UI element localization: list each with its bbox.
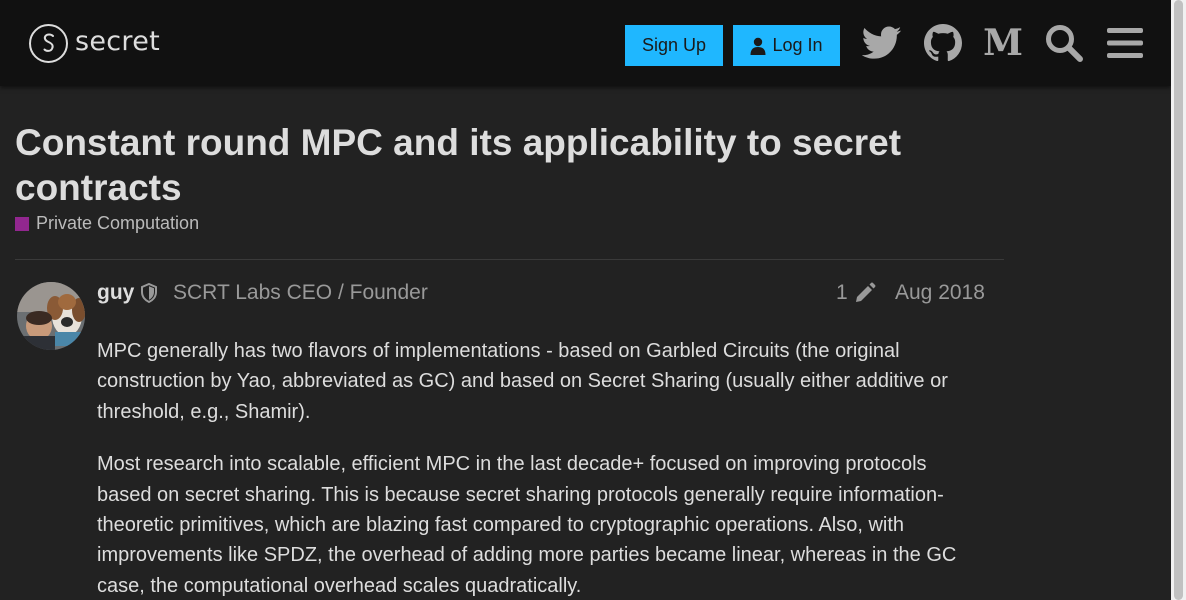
post-body: MPC generally has two flavors of impleme… [97, 336, 977, 600]
logo-text: secret [75, 26, 161, 57]
shield-icon [140, 282, 158, 308]
log-in-label: Log In [772, 35, 823, 55]
github-icon[interactable] [922, 22, 964, 64]
post-username[interactable]: guy [97, 281, 134, 305]
user-icon [750, 37, 766, 55]
sign-up-button[interactable]: Sign Up [625, 25, 723, 66]
twitter-icon[interactable] [861, 22, 903, 64]
medium-icon[interactable]: M [982, 22, 1024, 64]
user-title: SCRT Labs CEO / Founder [173, 281, 428, 304]
avatar[interactable] [17, 282, 85, 350]
scrollbar-thumb[interactable] [1174, 0, 1183, 600]
secret-logo-icon [29, 24, 68, 63]
site-header: secret Sign Up Log In M [0, 0, 1171, 86]
category-badge[interactable]: Private Computation [15, 213, 199, 234]
topic-title[interactable]: Constant round MPC and its applicability… [15, 120, 975, 210]
page-scrollbar[interactable] [1171, 0, 1186, 600]
sign-up-label: Sign Up [641, 35, 707, 55]
post-paragraph: MPC generally has two flavors of impleme… [97, 340, 948, 423]
topic-divider [15, 259, 1004, 260]
edit-history-button[interactable]: 1 [836, 281, 876, 305]
post-paragraph: Most research into scalable, efficient M… [97, 453, 957, 597]
category-label: Private Computation [36, 213, 200, 233]
pencil-icon [855, 282, 876, 302]
search-icon[interactable] [1043, 22, 1085, 64]
site-logo[interactable]: secret [29, 24, 160, 63]
post-date[interactable]: Aug 2018 [895, 281, 985, 305]
edit-count: 1 [836, 281, 848, 304]
category-color-swatch [15, 216, 29, 231]
hamburger-menu-icon[interactable] [1104, 22, 1146, 64]
log-in-button[interactable]: Log In [733, 25, 840, 66]
